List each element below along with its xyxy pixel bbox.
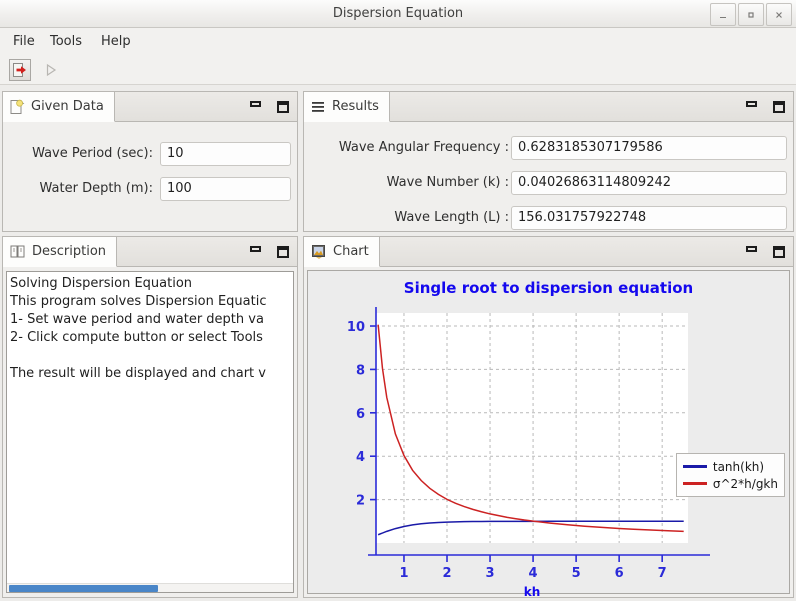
given-data-body: Wave Period (sec): 10 Water Depth (m): 1… [3,122,297,231]
legend-swatch [682,482,707,485]
water-depth-label: Water Depth (m): [39,181,153,196]
angular-frequency-row: Wave Angular Frequency : 0.6283185307179… [304,136,793,160]
exit-button[interactable] [9,59,31,81]
panel-maximize-icon[interactable] [277,101,289,113]
chart-legend: tanh(kh) σ^2*h/gkh [675,453,785,497]
angular-frequency-value[interactable]: 0.6283185307179586 [511,136,787,160]
wave-number-row: Wave Number (k) : 0.04026863114809242 [304,171,793,195]
tab-description-label: Description [32,244,107,259]
description-body: Solving Dispersion Equation This program… [3,267,297,597]
chart-title: Single root to dispersion equation [403,279,694,297]
svg-text:8: 8 [356,363,365,378]
results-body: Wave Angular Frequency : 0.6283185307179… [304,122,793,231]
tab-results[interactable]: Results [304,92,390,122]
chart-xaxis-label: kh [523,585,541,599]
chart-panel: Chart Single root to dispersion equation… [303,236,794,599]
legend-label: tanh(kh) [712,459,765,474]
description-header: Description [3,237,297,267]
given-data-panel: Given Data Wave Period (sec): 10 Water D… [2,91,298,232]
results-controls [746,101,785,113]
wave-number-value[interactable]: 0.04026863114809242 [511,171,787,195]
exit-icon [13,63,26,77]
description-text: Solving Dispersion Equation This program… [10,276,267,381]
panel-maximize-icon[interactable] [277,246,289,258]
wave-period-label: Wave Period (sec): [32,146,153,161]
tab-given-data-label: Given Data [31,99,104,114]
close-button[interactable] [766,3,792,26]
water-depth-row: Water Depth (m): 100 [3,177,297,201]
svg-text:4: 4 [356,450,365,465]
close-icon [776,11,782,18]
menu-help[interactable]: Help [95,32,137,51]
toolbar [0,55,796,85]
legend-swatch [682,465,707,468]
book-icon [10,245,25,258]
maximize-icon [748,11,754,18]
results-header: Results [304,92,793,122]
tab-given-data[interactable]: Given Data [3,92,115,122]
results-panel: Results Wave Angular Frequency : 0.62831… [303,91,794,232]
wave-period-input[interactable]: 10 [160,142,291,166]
menu-file[interactable]: File [7,32,41,51]
tab-description[interactable]: Description [3,237,118,267]
svg-text:2: 2 [356,494,365,509]
chart-body: Single root to dispersion equation 2 4 6 8 1… [304,267,793,599]
svg-text:4: 4 [529,566,538,581]
svg-text:1: 1 [399,566,408,581]
chart-canvas[interactable]: Single root to dispersion equation 2 4 6 8 1… [307,270,790,599]
tab-results-label: Results [332,99,379,114]
description-hscroll-thumb[interactable] [9,585,158,592]
run-button[interactable] [42,61,60,79]
panel-minimize-icon[interactable] [250,246,261,252]
given-data-controls [250,101,289,113]
wave-number-label: Wave Number (k) : [386,175,509,190]
svg-text:2: 2 [442,566,451,581]
maximize-button[interactable] [738,3,764,26]
description-panel: Description Solving Dispersion Equation … [2,236,298,598]
svg-text:6: 6 [356,407,365,422]
panel-minimize-icon[interactable] [746,101,757,107]
chart-header: Chart [304,237,793,267]
panel-maximize-icon[interactable] [773,101,785,113]
image-icon [312,245,325,259]
chart-controls [746,246,785,258]
given-data-header: Given Data [3,92,297,122]
wave-length-label: Wave Length (L) : [394,210,509,225]
description-textarea[interactable]: Solving Dispersion Equation This program… [6,271,294,593]
svg-text:7: 7 [658,566,667,581]
menubar: File Tools Help [0,28,796,55]
window-title: Dispersion Equation [332,6,464,21]
minimize-button[interactable] [710,3,736,26]
window-controls [710,3,792,26]
legend-item: σ^2*h/gkh [682,475,778,492]
wave-length-row: Wave Length (L) : 156.031757922748 [304,206,793,230]
chart-plot: 2468101 2 3 4 5 6 7 [347,307,710,581]
angular-frequency-label: Wave Angular Frequency : [338,140,509,155]
tab-chart[interactable]: Chart [304,237,380,267]
document-star-icon [10,98,25,114]
wave-period-row: Wave Period (sec): 10 [3,142,297,166]
panel-minimize-icon[interactable] [746,246,757,252]
titlebar: Dispersion Equation [0,0,796,28]
run-icon [46,63,57,77]
panel-minimize-icon[interactable] [250,101,261,107]
description-controls [250,246,289,258]
water-depth-input[interactable]: 100 [160,177,291,201]
legend-label: σ^2*h/gkh [712,476,778,491]
svg-text:3: 3 [486,566,495,581]
panel-maximize-icon[interactable] [773,246,785,258]
minimize-icon [720,16,726,18]
tab-chart-label: Chart [333,244,369,259]
description-hscrollbar[interactable] [7,583,293,592]
legend-item: tanh(kh) [682,458,778,475]
list-lines-icon [312,101,324,112]
app-window: Dispersion Equation File Tools Help Give… [0,0,796,601]
svg-text:10: 10 [347,320,365,335]
svg-text:6: 6 [615,566,624,581]
menu-tools[interactable]: Tools [44,32,88,51]
svg-text:5: 5 [572,566,581,581]
wave-length-value[interactable]: 156.031757922748 [511,206,787,230]
